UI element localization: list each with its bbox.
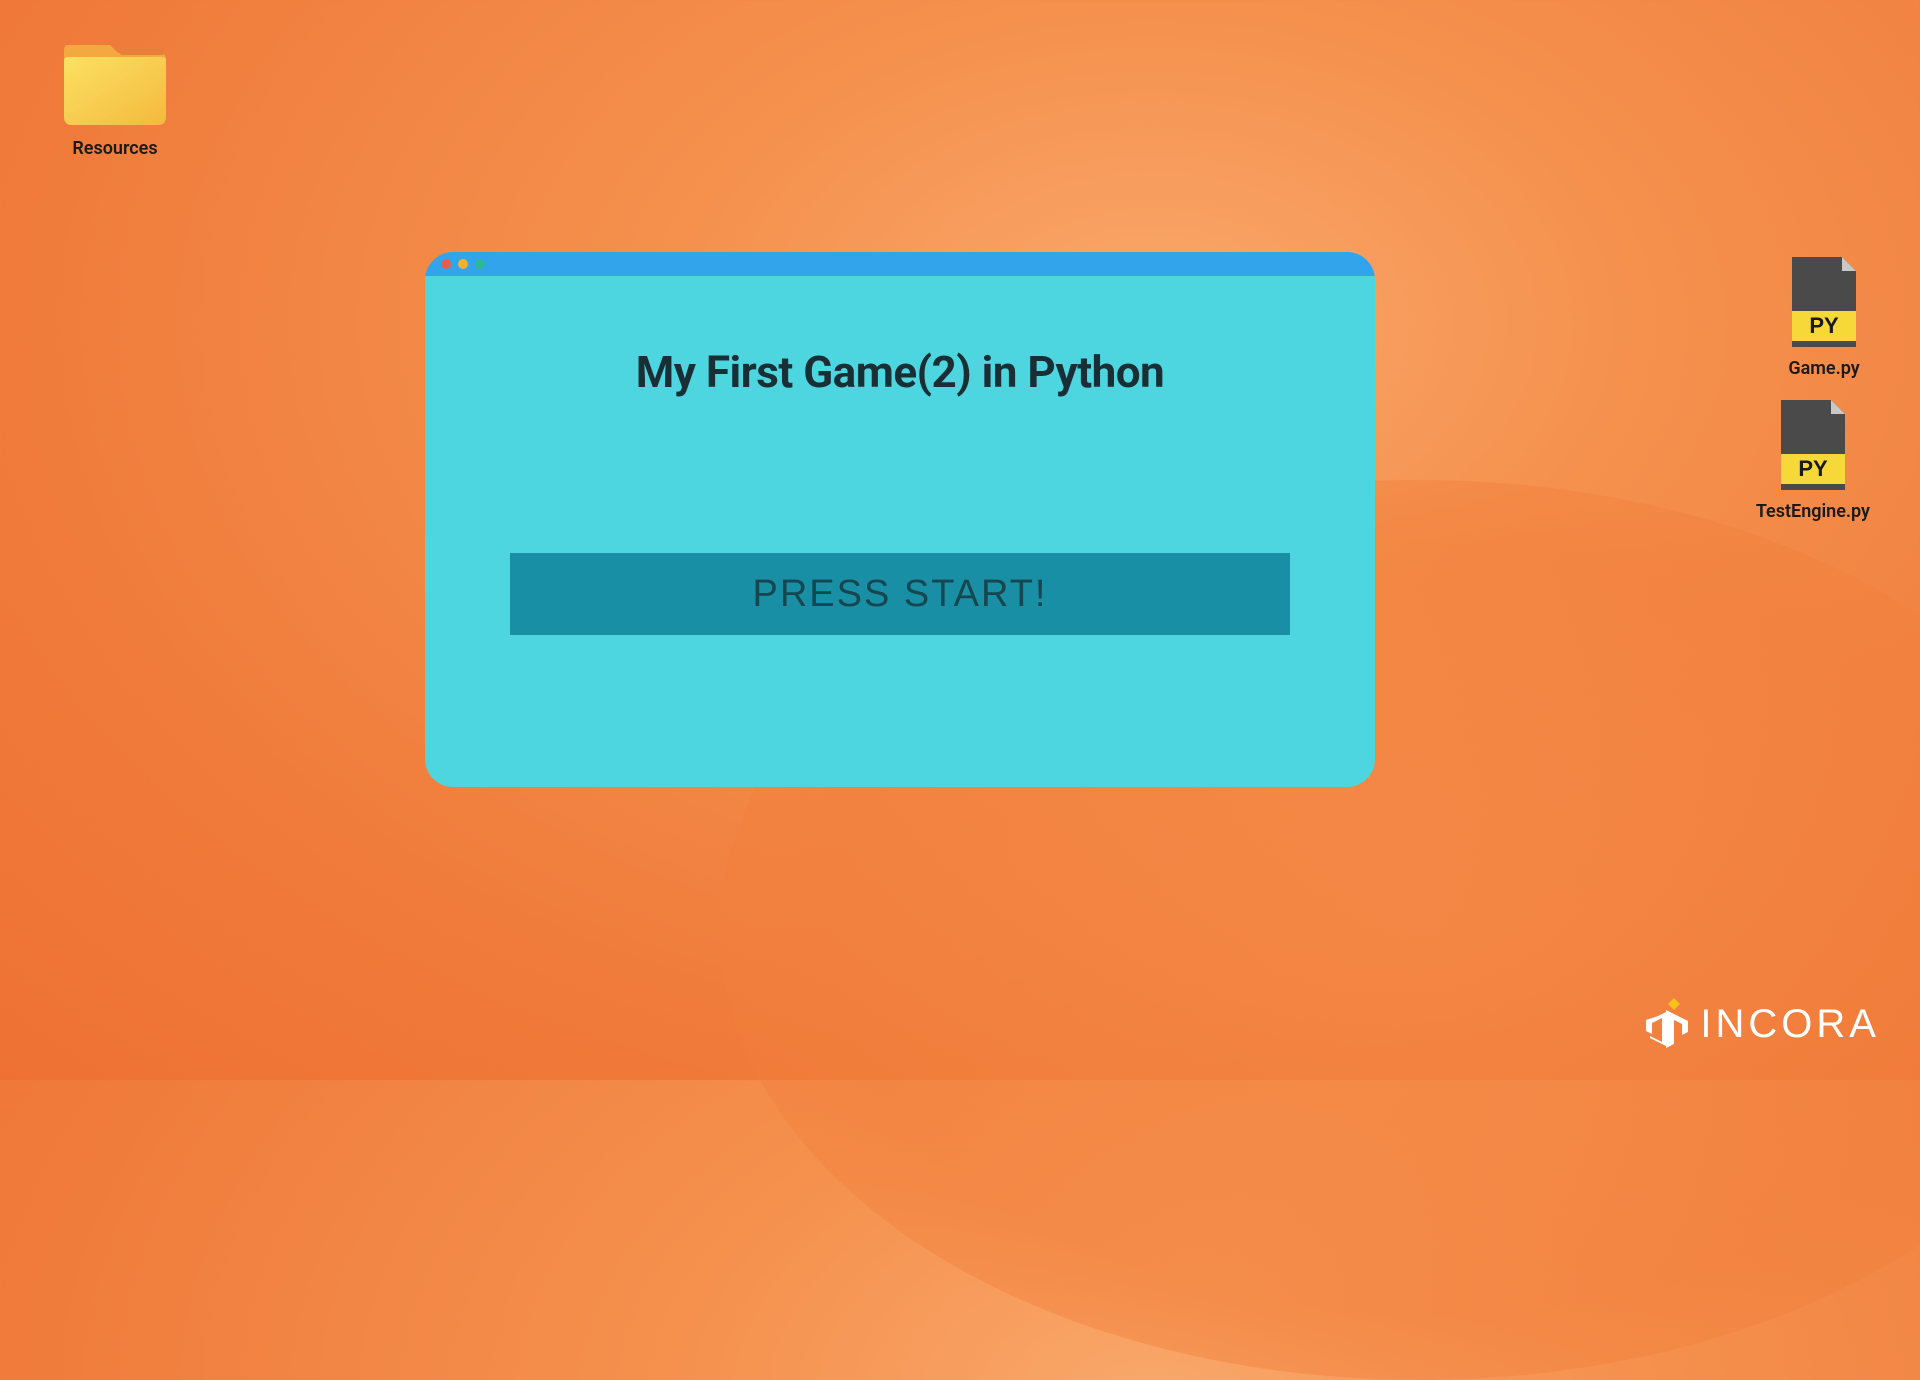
start-button[interactable]: PRESS START! [510, 553, 1290, 635]
file-icon: PY [1788, 255, 1860, 350]
desktop-file-label: Game.py [1788, 358, 1859, 379]
window-minimize-button[interactable] [458, 259, 468, 269]
window-maximize-button[interactable] [475, 259, 485, 269]
window-titlebar [425, 252, 1375, 276]
desktop-file-game[interactable]: PY Game.py [1788, 255, 1860, 379]
app-window: My First Game(2) in Python PRESS START! [425, 252, 1375, 787]
logo-icon [1644, 996, 1690, 1052]
desktop-folder-resources[interactable]: Resources [60, 35, 170, 159]
brand-logo: INCORA [1644, 996, 1880, 1052]
svg-text:PY: PY [1798, 456, 1828, 481]
desktop-file-testengine[interactable]: PY TestEngine.py [1756, 398, 1870, 522]
window-body: My First Game(2) in Python PRESS START! [425, 276, 1375, 685]
game-title: My First Game(2) in Python [636, 346, 1164, 398]
svg-text:PY: PY [1809, 313, 1839, 338]
brand-name: INCORA [1700, 1002, 1880, 1047]
window-close-button[interactable] [441, 259, 451, 269]
desktop-folder-label: Resources [72, 138, 157, 159]
folder-icon [60, 35, 170, 130]
desktop-file-label: TestEngine.py [1756, 501, 1870, 522]
file-icon: PY [1777, 398, 1849, 493]
